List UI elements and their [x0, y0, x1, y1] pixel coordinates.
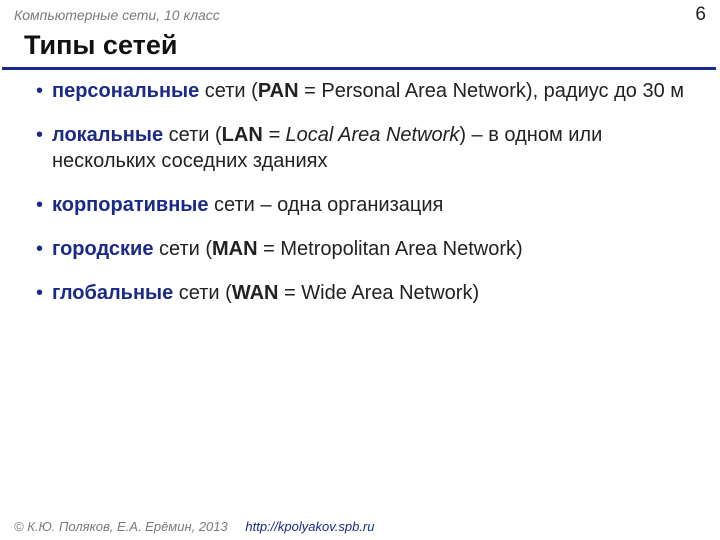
abbr: LAN — [222, 124, 263, 146]
list-item: персональные сети (PAN = Personal Area N… — [36, 78, 690, 104]
content-area: персональные сети (PAN = Personal Area N… — [0, 70, 720, 306]
text: сети ( — [173, 282, 232, 304]
term: персональные — [52, 80, 199, 102]
term: локальные — [52, 124, 163, 146]
slide-title: Типы сетей — [2, 26, 716, 70]
slide-footer: © К.Ю. Поляков, Е.А. Ерёмин, 2013 http:/… — [14, 519, 374, 534]
term: городские — [52, 238, 153, 260]
term: глобальные — [52, 282, 173, 304]
course-name: Компьютерные сети, 10 класс — [14, 7, 220, 23]
list-item: локальные сети (LAN = Local Area Network… — [36, 122, 690, 174]
text: сети ( — [163, 124, 222, 146]
expansion: = Local Area Network — [263, 124, 460, 146]
abbr: WAN — [232, 282, 279, 304]
text: сети ( — [199, 80, 258, 102]
text: = Personal Area Network), радиус до 30 м — [299, 80, 684, 102]
list-item: глобальные сети (WAN = Wide Area Network… — [36, 280, 690, 306]
text: = Wide Area Network) — [279, 282, 480, 304]
text: = Metropolitan Area Network) — [258, 238, 523, 260]
copyright: © К.Ю. Поляков, Е.А. Ерёмин, 2013 — [14, 519, 228, 534]
page-number: 6 — [695, 4, 706, 26]
term: корпоративные — [52, 194, 208, 216]
abbr: PAN — [258, 80, 299, 102]
slide-header: Компьютерные сети, 10 класс 6 — [0, 0, 720, 26]
list-item: городские сети (MAN = Metropolitan Area … — [36, 236, 690, 262]
list-item: корпоративные сети – одна организация — [36, 192, 690, 218]
text: сети ( — [153, 238, 212, 260]
footer-url: http://kpolyakov.spb.ru — [245, 519, 374, 534]
text: сети – одна организация — [208, 194, 443, 216]
abbr: MAN — [212, 238, 258, 260]
